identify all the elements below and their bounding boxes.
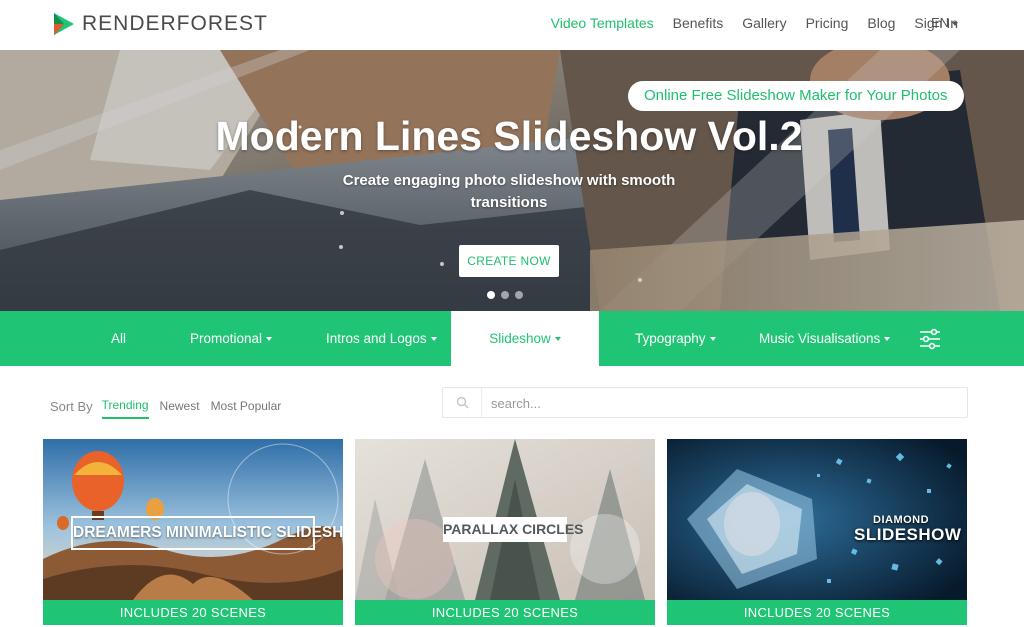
sort-most-popular[interactable]: Most Popular (211, 399, 282, 418)
slider-dot[interactable] (501, 291, 509, 299)
site-header: RENDERFOREST Video Templates Benefits Ga… (0, 0, 1024, 50)
language-label: EN (931, 15, 950, 30)
tab-typography[interactable]: Typography (635, 311, 716, 366)
tab-all[interactable]: All (111, 311, 126, 366)
sort-newest[interactable]: Newest (160, 399, 200, 418)
tab-promotional[interactable]: Promotional (190, 311, 273, 366)
chevron-down-icon (430, 337, 437, 342)
hero-banner: Online Free Slideshow Maker for Your Pho… (0, 50, 1024, 311)
template-card[interactable]: DIAMOND SLIDESHOW INCLUDES 20 SCENES (667, 439, 967, 625)
tab-label: Promotional (190, 331, 263, 346)
nav-benefits[interactable]: Benefits (673, 15, 724, 31)
chevron-down-icon (709, 337, 716, 342)
logo-text: RENDERFOREST (82, 12, 268, 35)
card-title: PARALLAX CIRCLES (443, 517, 584, 542)
nav-gallery[interactable]: Gallery (742, 15, 786, 31)
slider-dot[interactable] (487, 291, 495, 299)
template-thumbnail[interactable]: DREAMERS MINIMALISTIC SLIDESHOW (43, 439, 343, 600)
card-title-line-2: SLIDESHOW (854, 525, 962, 544)
search-button[interactable] (443, 388, 482, 417)
search-icon (456, 396, 469, 409)
template-thumbnail[interactable]: DIAMOND SLIDESHOW (667, 439, 967, 600)
card-footer: INCLUDES 20 SCENES (43, 600, 343, 625)
card-footer: INCLUDES 20 SCENES (667, 600, 967, 625)
chevron-down-icon (266, 337, 273, 342)
play-logo-icon (54, 13, 74, 35)
category-bar: All Promotional Intros and Logos Slidesh… (0, 311, 1024, 366)
card-footer: INCLUDES 20 SCENES (355, 600, 655, 625)
hero-title: Modern Lines Slideshow Vol.2 (215, 113, 803, 159)
sort-bar: Sort By Trending Newest Most Popular (50, 393, 292, 419)
card-title: DREAMERS MINIMALISTIC SLIDESHOW (71, 516, 343, 550)
main-nav: Video Templates Benefits Gallery Pricing… (551, 15, 958, 31)
tab-label: Typography (635, 331, 706, 346)
nav-blog[interactable]: Blog (867, 15, 895, 31)
search-input[interactable] (491, 394, 951, 412)
renderforest-logo[interactable]: RENDERFOREST (52, 11, 268, 37)
search-box (442, 387, 968, 418)
template-card[interactable]: DREAMERS MINIMALISTIC SLIDESHOW INCLUDES… (43, 439, 343, 625)
tab-label: Slideshow (489, 331, 551, 346)
sliders-icon[interactable] (919, 328, 941, 350)
slider-dots (487, 291, 523, 299)
nav-pricing[interactable]: Pricing (806, 15, 849, 31)
chevron-down-icon (554, 337, 561, 342)
template-thumbnail[interactable]: PARALLAX CIRCLES (355, 439, 655, 600)
tab-intros-and-logos[interactable]: Intros and Logos (326, 311, 437, 366)
template-card[interactable]: PARALLAX CIRCLES INCLUDES 20 SCENES (355, 439, 655, 625)
hero-subtitle: Create engaging photo slideshow with smo… (342, 172, 676, 211)
hero-badge: Online Free Slideshow Maker for Your Pho… (628, 81, 964, 111)
language-selector[interactable]: EN (931, 15, 959, 30)
sort-trending[interactable]: Trending (101, 398, 149, 419)
chevron-down-icon (884, 337, 891, 342)
create-now-button[interactable]: CREATE NOW (459, 245, 559, 277)
tab-label: Intros and Logos (326, 331, 427, 346)
sort-by-label: Sort By (50, 398, 93, 414)
tab-label: Music Visualisations (759, 331, 881, 346)
chevron-down-icon (952, 21, 959, 26)
tab-slideshow[interactable]: Slideshow (451, 311, 599, 366)
slider-dot[interactable] (515, 291, 523, 299)
tab-music-visualisations[interactable]: Music Visualisations (759, 311, 891, 366)
tab-label: All (111, 331, 127, 346)
nav-video-templates[interactable]: Video Templates (551, 15, 654, 31)
